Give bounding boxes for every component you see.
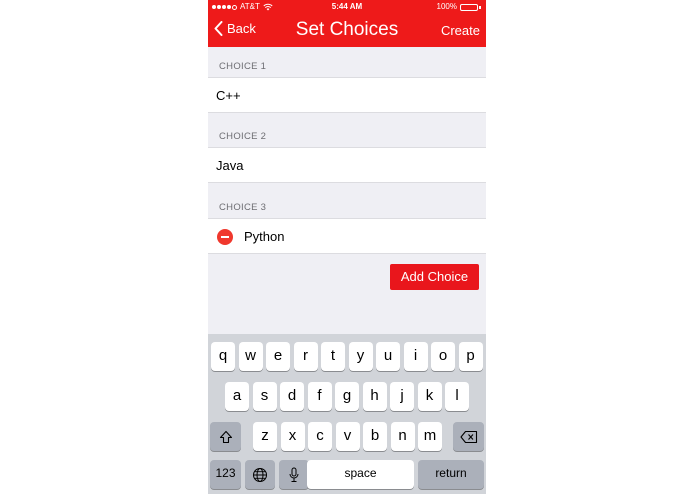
numbers-key[interactable]: 123 [210, 460, 241, 489]
globe-key[interactable] [245, 460, 275, 489]
key-p[interactable]: p [458, 342, 483, 371]
key-r[interactable]: r [293, 342, 318, 371]
key-j[interactable]: j [390, 382, 414, 411]
phone-screen: AT&T 5:44 AM 100% Back Set Choices Creat… [208, 0, 486, 494]
status-bar: AT&T 5:44 AM 100% [208, 0, 486, 14]
header: AT&T 5:44 AM 100% Back Set Choices Creat… [208, 0, 486, 47]
battery-icon [460, 3, 478, 11]
key-i[interactable]: i [403, 342, 428, 371]
key-b[interactable]: b [363, 422, 387, 451]
battery-percent: 100% [436, 2, 457, 11]
key-y[interactable]: y [348, 342, 373, 371]
key-z[interactable]: z [253, 422, 277, 451]
key-c[interactable]: c [308, 422, 332, 451]
section-header-choice-2: CHOICE 2 [219, 131, 267, 142]
key-u[interactable]: u [376, 342, 400, 371]
key-d[interactable]: d [280, 382, 304, 411]
shift-icon [219, 430, 232, 443]
section-header-choice-1: CHOICE 1 [219, 61, 267, 72]
add-choice-button[interactable]: Add Choice [390, 264, 479, 290]
key-m[interactable]: m [418, 422, 442, 451]
key-l[interactable]: l [445, 382, 469, 411]
choice-2-value: Java [216, 158, 244, 173]
key-f[interactable]: f [307, 382, 332, 411]
backspace-icon [459, 430, 477, 443]
key-o[interactable]: o [431, 342, 455, 371]
key-h[interactable]: h [362, 382, 387, 411]
key-x[interactable]: x [280, 422, 305, 451]
space-key[interactable]: space [307, 460, 414, 489]
key-q[interactable]: q [211, 342, 235, 371]
navigation-bar: Back Set Choices Create [208, 14, 486, 47]
key-s[interactable]: s [252, 382, 277, 411]
keyboard: qwertyuiop asdfghjkl zxcvbnm 123 space r… [208, 334, 486, 494]
status-right: 100% [437, 0, 481, 14]
choice-1-value: C++ [216, 88, 241, 103]
section-header-choice-3: CHOICE 3 [219, 202, 267, 213]
key-t[interactable]: t [321, 342, 345, 371]
battery-tip [479, 5, 481, 9]
choice-2-field[interactable]: Java [208, 147, 486, 183]
create-button[interactable]: Create [441, 23, 480, 38]
choice-3-value: Python [244, 229, 285, 244]
choice-1-field[interactable]: C++ [208, 77, 486, 113]
key-n[interactable]: n [390, 422, 415, 451]
key-v[interactable]: v [335, 422, 360, 451]
backspace-key[interactable] [453, 422, 484, 451]
key-a[interactable]: a [225, 382, 249, 411]
microphone-icon [289, 467, 299, 482]
key-k[interactable]: k [417, 382, 442, 411]
key-g[interactable]: g [335, 382, 359, 411]
return-key[interactable]: return [418, 460, 484, 489]
minus-circle-icon[interactable] [217, 229, 233, 245]
microphone-key[interactable] [279, 460, 309, 489]
key-e[interactable]: e [266, 342, 290, 371]
choice-3-field[interactable]: Python [208, 218, 486, 254]
shift-key[interactable] [210, 422, 241, 451]
key-w[interactable]: w [238, 342, 263, 371]
globe-icon [253, 467, 267, 482]
